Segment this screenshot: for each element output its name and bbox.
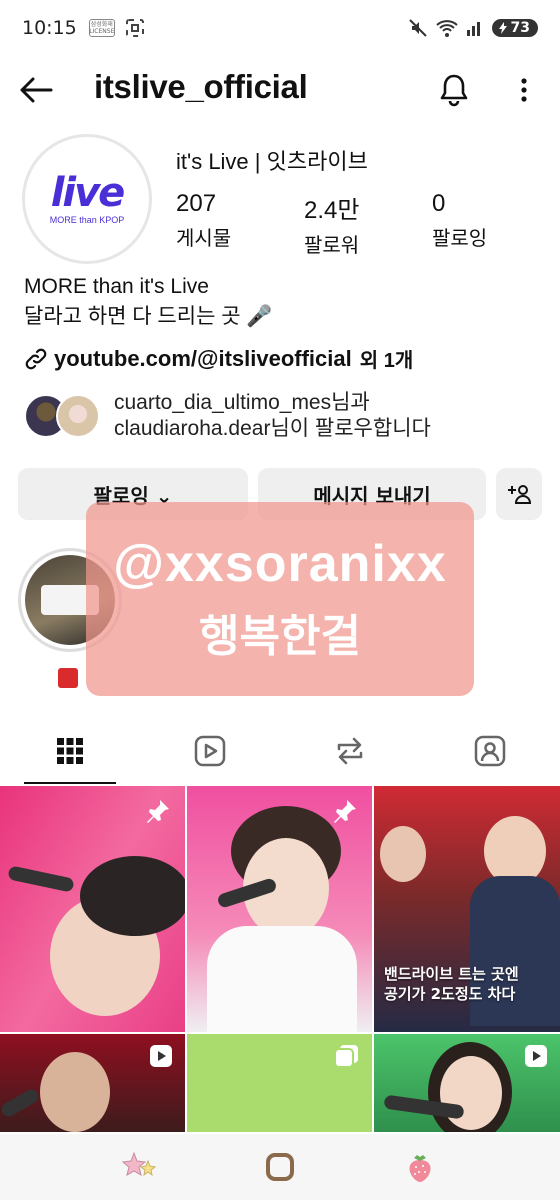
reels-icon	[194, 735, 226, 767]
home-icon	[266, 1153, 294, 1181]
performer-image	[40, 1052, 110, 1132]
nav-back[interactable]	[398, 1145, 442, 1189]
grid-post[interactable]	[374, 1034, 560, 1132]
battery-icon: 73	[491, 19, 538, 37]
notifications-button[interactable]	[434, 70, 474, 110]
bottom-navigation	[0, 1134, 560, 1200]
stat-followers-value: 2.4만	[304, 197, 360, 224]
reel-icon	[150, 1045, 172, 1067]
signal-icon	[466, 22, 480, 36]
stat-posts-label: 게시물	[176, 226, 232, 250]
bio-line-1: MORE than it's Live	[24, 275, 209, 298]
post-grid: 밴드라이브 트는 곳엔 공기가 2도정도 차다	[0, 786, 560, 1132]
bell-icon	[440, 74, 468, 107]
avatar-logo: live MORE than KPOP	[29, 141, 145, 257]
watermark-sticker: @xxsoranixx 행복한걸	[86, 502, 474, 696]
screenshot-icon	[125, 19, 144, 37]
carousel-icon	[334, 1045, 358, 1068]
pin-icon	[147, 800, 169, 823]
followed-line-1: cuarto_dia_ultimo_mes님과	[114, 391, 370, 414]
stat-posts[interactable]: 207 게시물	[176, 190, 304, 258]
follower-avatar-2	[56, 394, 100, 438]
stat-following-label: 팔로잉	[432, 226, 488, 250]
repost-icon	[337, 737, 363, 765]
stat-following[interactable]: 0 팔로잉	[432, 190, 560, 258]
link-text: youtube.com/@itsliveofficial	[54, 345, 352, 371]
grid-icon	[57, 738, 83, 764]
star-icon	[121, 1151, 157, 1177]
profile-avatar[interactable]: live MORE than KPOP	[22, 134, 152, 264]
back-button[interactable]	[16, 70, 56, 110]
profile-stats: 207 게시물 2.4만 팔로워 0 팔로잉	[176, 190, 560, 258]
link-icon	[25, 348, 47, 369]
tab-reposts[interactable]	[280, 718, 420, 784]
grid-post[interactable]: 밴드라이브 트는 곳엔 공기가 2도정도 차다	[374, 786, 560, 1032]
status-bar: 10:15 삼성화재 LICENSE 73	[0, 0, 560, 56]
performer-image	[380, 826, 426, 882]
pin-icon	[334, 800, 356, 823]
tab-tagged[interactable]	[420, 718, 560, 784]
grid-post[interactable]	[0, 786, 185, 1032]
performer-shirt	[207, 926, 357, 1032]
grid-post[interactable]	[187, 1034, 372, 1132]
strawberry-icon	[409, 1155, 431, 1182]
battery-level: 73	[510, 20, 530, 36]
tab-reels[interactable]	[140, 718, 280, 784]
back-arrow-icon	[20, 77, 53, 103]
more-options-button[interactable]	[506, 70, 542, 110]
status-time: 10:15	[22, 17, 77, 39]
nav-recent-apps[interactable]	[118, 1145, 162, 1189]
profile-link[interactable]: youtube.com/@itsliveofficial 외 1개	[24, 344, 413, 373]
bio-line-2: 달라고 하면 다 드리는 곳 🎤	[24, 305, 273, 328]
suggest-people-button[interactable]	[496, 468, 542, 520]
logo-subtitle: MORE than KPOP	[49, 215, 125, 225]
nav-home[interactable]	[258, 1145, 302, 1189]
performer-image	[440, 1056, 502, 1130]
watermark-text: 행복한걸	[199, 611, 361, 662]
performer-hair	[80, 856, 185, 936]
followed-line-2: claudiaroha.dear님이 팔로우합니다	[114, 417, 431, 440]
add-person-icon	[508, 485, 532, 504]
post-caption-line-1: 밴드라이브 트는 곳엔	[384, 965, 519, 983]
stat-followers[interactable]: 2.4만 팔로워	[304, 190, 432, 258]
content-tabs	[0, 718, 560, 784]
logo-word: live	[50, 170, 126, 216]
watermark-handle: @xxsoranixx	[113, 535, 447, 593]
followed-by-text: cuarto_dia_ultimo_mes님과 claudiaroha.dear…	[114, 390, 431, 442]
profile-bio: MORE than it's Live 달라고 하면 다 드리는 곳 🎤	[24, 272, 273, 332]
link-more: 외 1개	[359, 350, 414, 372]
mute-icon	[408, 19, 427, 37]
license-chip-icon: 삼성화재 LICENSE	[88, 19, 115, 37]
profile-header: itslive_official	[0, 60, 560, 122]
highlight-mailbox-icon	[58, 668, 78, 688]
post-caption-line-2: 공기가 2도정도 차다	[384, 985, 516, 1003]
stat-following-value: 0	[432, 190, 446, 217]
profile-username: itslive_official	[94, 68, 308, 105]
wifi-icon	[435, 20, 458, 37]
stat-followers-label: 팔로워	[304, 233, 360, 257]
reel-icon	[525, 1045, 547, 1067]
followed-by[interactable]: cuarto_dia_ultimo_mes님과 claudiaroha.dear…	[24, 390, 431, 442]
tab-posts[interactable]	[0, 718, 140, 784]
grid-post[interactable]	[187, 786, 372, 1032]
display-name: it's Live | 잇츠라이브	[176, 149, 368, 174]
tagged-icon	[474, 735, 506, 767]
grid-post[interactable]	[0, 1034, 185, 1132]
stat-posts-value: 207	[176, 190, 217, 217]
follower-avatars	[24, 392, 106, 440]
microphone-image	[0, 1086, 41, 1120]
microphone-image	[7, 865, 75, 893]
post-caption: 밴드라이브 트는 곳엔 공기가 2도정도 차다	[384, 964, 519, 1004]
more-vert-icon	[521, 78, 527, 102]
